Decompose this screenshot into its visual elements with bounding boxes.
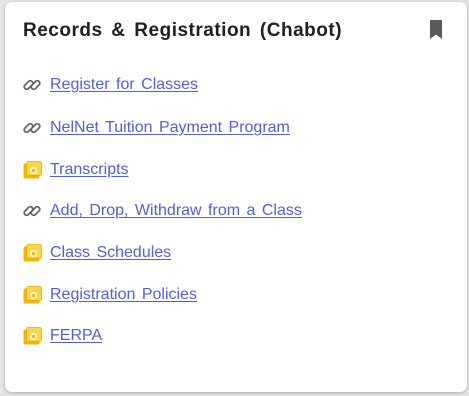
nelnet-tuition-payment-link[interactable]: NelNet Tuition Payment Program (50, 119, 290, 137)
list-item: Registration Policies (22, 283, 197, 307)
page-icon (22, 326, 42, 346)
link-icon (22, 201, 42, 221)
list-item: Class Schedules (22, 241, 171, 265)
list-item: Register for Classes (22, 73, 198, 97)
list-item: Add, Drop, Withdraw from a Class (22, 199, 302, 223)
register-for-classes-link[interactable]: Register for Classes (50, 76, 198, 94)
registration-policies-link[interactable]: Registration Policies (50, 286, 197, 304)
page-icon (22, 160, 42, 180)
list-item: Transcripts (22, 158, 129, 182)
bookmark-icon (430, 20, 442, 39)
records-registration-card: Records & Registration (Chabot) Register… (5, 2, 467, 392)
card-title: Records & Registration (Chabot) (23, 20, 343, 41)
ferpa-link[interactable]: FERPA (50, 327, 102, 345)
list-item: FERPA (22, 324, 102, 348)
add-drop-withdraw-link[interactable]: Add, Drop, Withdraw from a Class (50, 202, 302, 220)
link-icon (22, 118, 42, 138)
page-icon (22, 243, 42, 263)
class-schedules-link[interactable]: Class Schedules (50, 244, 171, 262)
page-icon (22, 285, 42, 305)
transcripts-link[interactable]: Transcripts (50, 161, 129, 179)
link-icon (22, 75, 42, 95)
bookmark-button[interactable] (429, 20, 445, 42)
list-item: NelNet Tuition Payment Program (22, 116, 290, 140)
